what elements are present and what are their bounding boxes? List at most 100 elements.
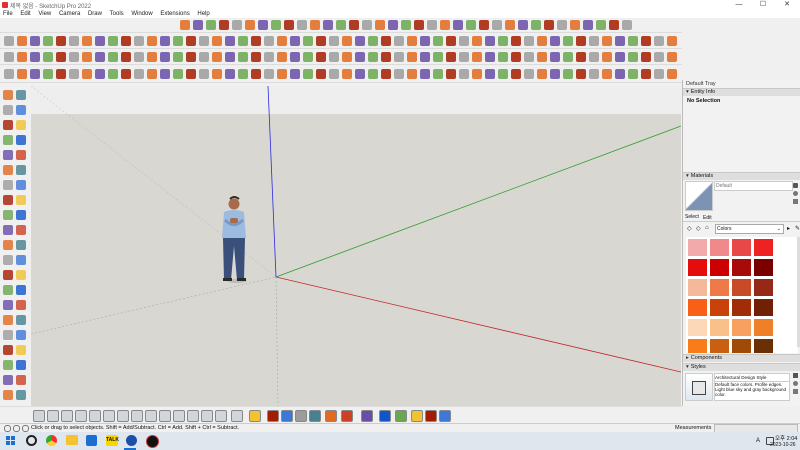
toolbar-4-tool-icon[interactable]	[30, 69, 40, 79]
left-tool-icon[interactable]	[16, 180, 26, 190]
toolbar-3-tool-icon[interactable]	[134, 52, 144, 62]
instructor-icon[interactable]	[22, 425, 29, 432]
toolbar-2-tool-icon[interactable]	[576, 36, 586, 46]
toolbar-4-tool-icon[interactable]	[43, 69, 53, 79]
toolbar-1-tool-icon[interactable]	[193, 20, 203, 30]
bottom-tool-icon[interactable]	[131, 410, 143, 422]
left-tool-icon[interactable]	[3, 270, 13, 280]
menu-tools[interactable]: Tools	[110, 10, 124, 18]
toolbar-4-tool-icon[interactable]	[394, 69, 404, 79]
left-tool-icon[interactable]	[16, 360, 26, 370]
bottom-tool-icon[interactable]	[173, 410, 185, 422]
toolbar-3-tool-icon[interactable]	[69, 52, 79, 62]
toolbar-2-tool-icon[interactable]	[654, 36, 664, 46]
bottom-tool-icon[interactable]	[145, 410, 157, 422]
toolbar-3-tool-icon[interactable]	[589, 52, 599, 62]
left-tool-icon[interactable]	[3, 180, 13, 190]
toolbar-2-tool-icon[interactable]	[459, 36, 469, 46]
bottom-tool-icon[interactable]	[89, 410, 101, 422]
back-icon[interactable]: ◇	[687, 225, 692, 232]
toolbar-2-tool-icon[interactable]	[472, 36, 482, 46]
toolbar-2-tool-icon[interactable]	[615, 36, 625, 46]
material-swatch[interactable]	[710, 279, 729, 296]
toolbar-2-tool-icon[interactable]	[186, 36, 196, 46]
toolbar-3-tool-icon[interactable]	[420, 52, 430, 62]
toolbar-3-tool-icon[interactable]	[30, 52, 40, 62]
bottom-tool-icon[interactable]	[281, 410, 293, 422]
toolbar-4-tool-icon[interactable]	[667, 69, 677, 79]
toolbar-1-tool-icon[interactable]	[362, 20, 372, 30]
edge-icon[interactable]	[126, 435, 137, 446]
toolbar-1-tool-icon[interactable]	[583, 20, 593, 30]
toolbar-1-tool-icon[interactable]	[375, 20, 385, 30]
left-tool-icon[interactable]	[3, 105, 13, 115]
bottom-tool-icon[interactable]	[75, 410, 87, 422]
material-swatch[interactable]	[710, 339, 729, 353]
toolbar-3-tool-icon[interactable]	[316, 52, 326, 62]
menu-file[interactable]: File	[3, 10, 13, 18]
toolbar-2-tool-icon[interactable]	[368, 36, 378, 46]
clock-date[interactable]: 2023-10-26	[770, 442, 796, 448]
left-tool-icon[interactable]	[3, 315, 13, 325]
toolbar-2-tool-icon[interactable]	[69, 36, 79, 46]
material-swatch[interactable]	[688, 339, 707, 353]
toolbar-3-tool-icon[interactable]	[459, 52, 469, 62]
material-swatch[interactable]	[732, 299, 751, 316]
toolbar-3-tool-icon[interactable]	[225, 52, 235, 62]
toolbar-4-tool-icon[interactable]	[134, 69, 144, 79]
toolbar-1-tool-icon[interactable]	[206, 20, 216, 30]
toolbar-4-tool-icon[interactable]	[160, 69, 170, 79]
left-tool-icon[interactable]	[3, 150, 13, 160]
toolbar-3-tool-icon[interactable]	[251, 52, 261, 62]
toolbar-1-tool-icon[interactable]	[479, 20, 489, 30]
toolbar-4-tool-icon[interactable]	[576, 69, 586, 79]
toolbar-3-tool-icon[interactable]	[95, 52, 105, 62]
toolbar-3-tool-icon[interactable]	[355, 52, 365, 62]
bottom-tool-icon[interactable]	[361, 410, 373, 422]
bottom-tool-icon[interactable]	[379, 410, 391, 422]
toolbar-3-tool-icon[interactable]	[329, 52, 339, 62]
toolbar-4-tool-icon[interactable]	[381, 69, 391, 79]
vscode-icon[interactable]	[86, 435, 97, 446]
toolbar-2-tool-icon[interactable]	[108, 36, 118, 46]
toolbar-2-tool-icon[interactable]	[95, 36, 105, 46]
toolbar-1-tool-icon[interactable]	[492, 20, 502, 30]
toolbar-3-tool-icon[interactable]	[199, 52, 209, 62]
toolbar-2-tool-icon[interactable]	[160, 36, 170, 46]
scale-figure[interactable]	[222, 196, 247, 283]
toolbar-4-tool-icon[interactable]	[446, 69, 456, 79]
collection-select[interactable]: Colors ⌄	[715, 224, 784, 234]
material-swatch[interactable]	[688, 319, 707, 336]
left-tool-icon[interactable]	[16, 165, 26, 175]
toolbar-2-tool-icon[interactable]	[381, 36, 391, 46]
bottom-tool-icon[interactable]	[249, 410, 261, 422]
toolbar-2-tool-icon[interactable]	[589, 36, 599, 46]
menu-window[interactable]: Window	[131, 10, 152, 18]
bottom-tool-icon[interactable]	[33, 410, 45, 422]
kakaotalk-icon[interactable]: TALK	[106, 435, 119, 446]
material-swatch[interactable]	[710, 319, 729, 336]
toolbar-1-tool-icon[interactable]	[284, 20, 294, 30]
toolbar-1-tool-icon[interactable]	[245, 20, 255, 30]
components-header[interactable]: ▸ Components	[683, 354, 800, 362]
toolbar-4-tool-icon[interactable]	[238, 69, 248, 79]
toolbar-1-tool-icon[interactable]	[180, 20, 190, 30]
toolbar-1-tool-icon[interactable]	[271, 20, 281, 30]
ime-icon[interactable]: A	[756, 438, 760, 444]
update-style-icon[interactable]	[793, 389, 798, 394]
menu-view[interactable]: View	[38, 10, 51, 18]
toolbar-4-tool-icon[interactable]	[563, 69, 573, 79]
toolbar-3-tool-icon[interactable]	[550, 52, 560, 62]
material-swatch[interactable]	[688, 299, 707, 316]
left-tool-icon[interactable]	[16, 375, 26, 385]
toolbar-4-tool-icon[interactable]	[433, 69, 443, 79]
toolbar-2-tool-icon[interactable]	[43, 36, 53, 46]
left-tool-icon[interactable]	[3, 255, 13, 265]
toolbar-3-tool-icon[interactable]	[186, 52, 196, 62]
material-swatch[interactable]	[732, 259, 751, 276]
toolbar-3-tool-icon[interactable]	[524, 52, 534, 62]
toolbar-2-tool-icon[interactable]	[251, 36, 261, 46]
toolbar-4-tool-icon[interactable]	[407, 69, 417, 79]
material-swatch[interactable]	[754, 299, 773, 316]
toolbar-3-tool-icon[interactable]	[82, 52, 92, 62]
